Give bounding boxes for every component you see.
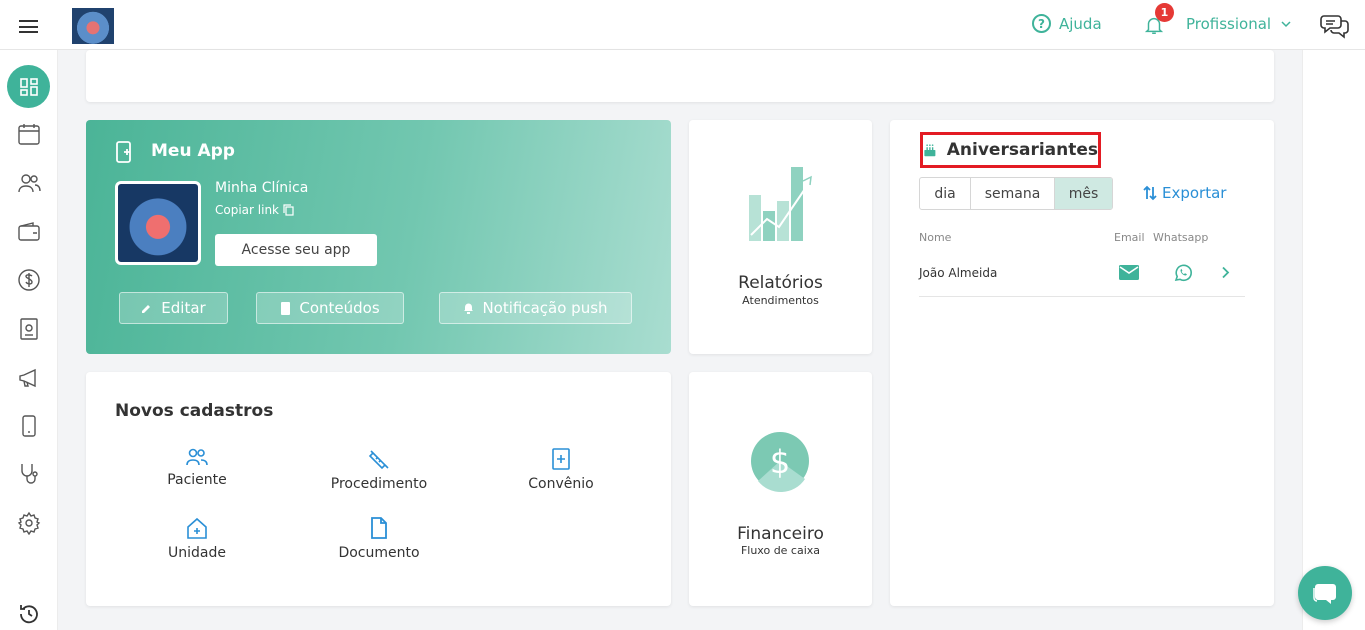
chat-fab-button[interactable] [1298,566,1352,620]
period-mes[interactable]: mês [1055,178,1112,209]
users-icon [186,448,208,466]
syringe-icon [368,450,389,470]
notification-badge: 1 [1155,3,1174,22]
row-divider [919,296,1245,297]
top-bar: ? Ajuda 1 Profissional [0,0,1365,50]
relatorios-subtitle: Atendimentos [742,294,819,307]
push-button-label: Notificação push [482,299,608,317]
wallet-icon[interactable] [17,220,41,244]
sidebar-item-dashboard[interactable] [7,65,50,108]
right-rail [1302,50,1365,630]
contents-button[interactable]: Conteúdos [256,292,404,324]
chevron-down-icon [1281,21,1291,28]
phone-plus-icon [116,141,131,163]
meu-app-title: Meu App [151,141,235,161]
chat-bubble-icon [1313,584,1336,604]
documento-label: Documento [338,545,420,561]
access-app-button[interactable]: Acesse seu app [215,234,377,266]
pencil-icon [142,305,151,313]
dollar-icon[interactable] [17,268,41,292]
column-whatsapp: Whatsapp [1153,231,1209,244]
table-row-name: João Almeida [919,266,998,280]
novos-cadastros-card: Novos cadastros Paciente Procedimento Co… [86,372,671,606]
svg-text:$: $ [770,443,790,481]
edit-button-label: Editar [161,299,206,317]
convenio-label: Convênio [528,476,594,492]
history-icon[interactable] [17,602,41,626]
copy-icon [283,204,294,216]
mobile-icon[interactable] [17,414,41,438]
gear-icon[interactable] [17,511,41,535]
relatorios-title: Relatórios [738,273,823,293]
chart-growth-icon [749,167,812,241]
menu-icon[interactable] [19,20,38,33]
unidade-label: Unidade [168,545,226,561]
copy-link-label: Copiar link [215,203,279,217]
new-documento[interactable]: Documento [309,517,449,561]
chevron-right-icon[interactable] [1221,266,1230,279]
cake-icon [924,144,936,157]
aniversariantes-header: Aniversariantes [920,132,1101,168]
dashboard-icon [19,77,38,96]
stethoscope-icon[interactable] [17,462,41,486]
profile-menu[interactable]: Profissional [1186,15,1291,33]
whatsapp-icon[interactable] [1173,263,1193,283]
edit-button[interactable]: Editar [119,292,228,324]
paciente-label: Paciente [167,472,227,488]
file-icon [371,517,387,539]
procedimento-label: Procedimento [330,476,428,492]
clinic-image [115,181,201,265]
new-procedimento[interactable]: Procedimento [309,448,449,492]
new-paciente[interactable]: Paciente [127,448,267,488]
clinic-logo[interactable] [72,8,114,44]
dollar-coin-icon: $ [751,432,809,493]
column-name: Nome [919,231,952,244]
push-notification-button[interactable]: Notificação push [439,292,632,324]
top-card [86,50,1274,102]
hospital-icon [187,517,207,539]
contents-button-label: Conteúdos [299,299,380,317]
period-semana[interactable]: semana [971,178,1055,209]
email-icon[interactable] [1119,265,1139,280]
copy-link[interactable]: Copiar link [215,203,294,217]
help-icon: ? [1032,14,1051,33]
megaphone-icon[interactable] [17,366,41,390]
help-label: Ajuda [1059,14,1102,33]
calendar-icon[interactable] [17,122,41,146]
aniversariantes-title: Aniversariantes [946,140,1098,160]
sort-arrows-icon [1143,185,1157,201]
financeiro-card[interactable]: $ Financeiro Fluxo de caixa [689,372,872,606]
document-icon[interactable] [17,317,41,341]
bell-small-icon [464,303,474,314]
export-label: Exportar [1162,184,1227,202]
medical-card-icon [552,448,570,470]
export-button[interactable]: Exportar [1143,184,1226,202]
profile-label: Profissional [1186,15,1272,33]
chat-icon[interactable] [1320,12,1350,40]
novos-cadastros-title: Novos cadastros [115,401,274,421]
clinic-name: Minha Clínica [215,180,309,196]
meu-app-card: Meu App Minha Clínica Copiar link Acesse… [86,120,671,354]
file-icon [281,301,291,315]
column-email: Email [1114,231,1145,244]
financeiro-title: Financeiro [737,524,824,544]
period-selector: dia semana mês [919,177,1113,210]
help-link[interactable]: ? Ajuda [1032,14,1102,33]
new-convenio[interactable]: Convênio [491,448,631,492]
relatorios-card[interactable]: Relatórios Atendimentos [689,120,872,354]
users-icon[interactable] [17,171,41,195]
period-dia[interactable]: dia [920,178,971,209]
new-unidade[interactable]: Unidade [127,517,267,561]
financeiro-subtitle: Fluxo de caixa [740,544,821,557]
